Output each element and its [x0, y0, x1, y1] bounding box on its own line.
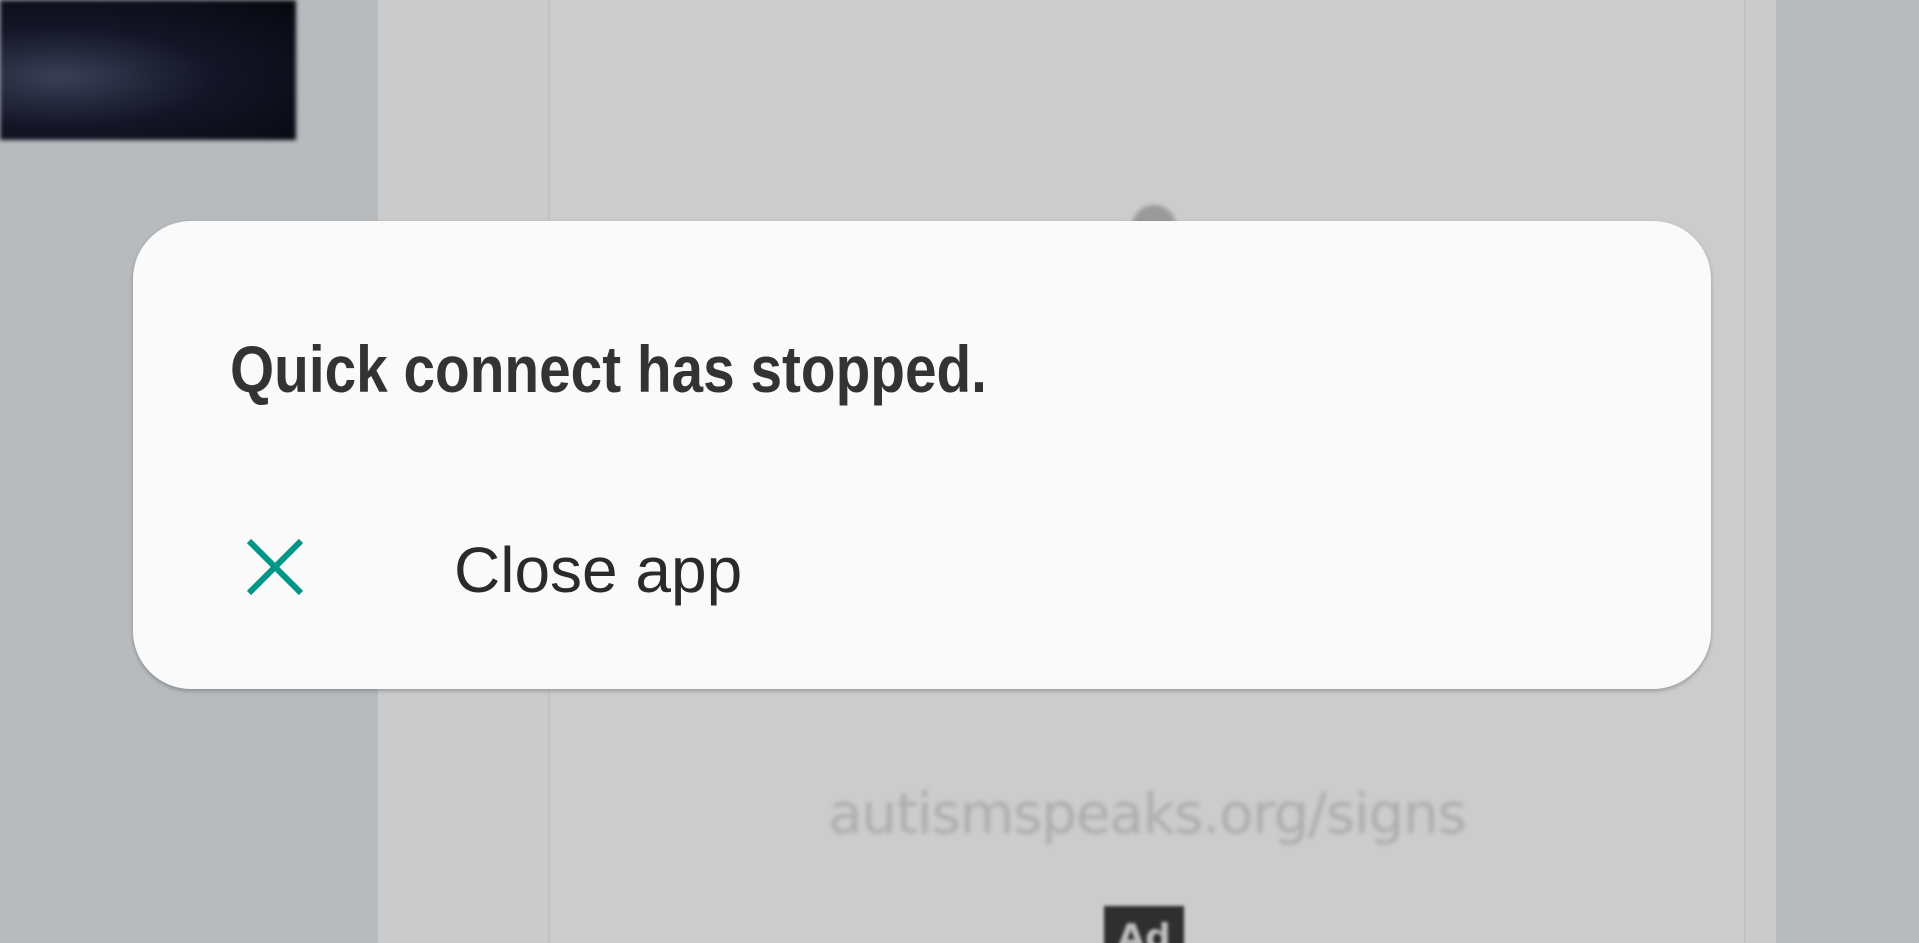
close-app-button[interactable]: Close app [133, 501, 1711, 641]
close-app-label: Close app [454, 534, 743, 606]
close-icon [245, 537, 305, 597]
background-thumbnail [0, 0, 296, 140]
app-stopped-dialog: Quick connect has stopped. Close app [133, 221, 1711, 689]
dialog-title: Quick connect has stopped. [230, 332, 987, 406]
screen: autismspeaks.org/signs Ad Quick connect … [0, 0, 1919, 943]
background-ad-url: autismspeaks.org/signs [828, 782, 1467, 847]
background-ad-badge: Ad [1104, 906, 1184, 943]
